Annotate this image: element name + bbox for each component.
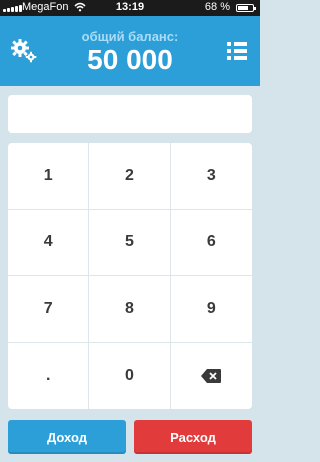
key-6[interactable]: 6 <box>170 210 252 276</box>
battery-icon <box>236 4 256 12</box>
key-7[interactable]: 7 <box>8 276 90 343</box>
battery-percent: 68 % <box>204 1 230 13</box>
list-icon <box>227 42 247 60</box>
key-3[interactable]: 3 <box>170 143 252 210</box>
key-backspace[interactable] <box>171 343 252 410</box>
expense-button[interactable]: Расход <box>134 420 252 454</box>
key-2[interactable]: 2 <box>89 143 171 210</box>
key-5[interactable]: 5 <box>89 209 171 276</box>
key-decimal[interactable]: . <box>8 342 90 409</box>
status-bar: MegaFon 13:19 68 % <box>0 0 260 16</box>
backspace-icon <box>201 368 222 383</box>
key-8[interactable]: 8 <box>89 276 171 343</box>
key-4[interactable]: 4 <box>8 209 90 276</box>
key-0[interactable]: 0 <box>89 342 171 409</box>
balance-label: общий баланс: <box>81 29 179 44</box>
balance-amount: 50 000 <box>87 44 173 75</box>
number-keypad: 1 2 3 4 5 6 7 8 9 . 0 <box>8 143 252 409</box>
amount-input[interactable] <box>8 95 252 133</box>
menu-list-button[interactable] <box>226 40 248 62</box>
income-button[interactable]: Доход <box>8 420 126 454</box>
key-9[interactable]: 9 <box>170 276 252 343</box>
key-1[interactable]: 1 <box>8 143 90 210</box>
app-header: общий баланс: 50 000 <box>0 16 260 86</box>
